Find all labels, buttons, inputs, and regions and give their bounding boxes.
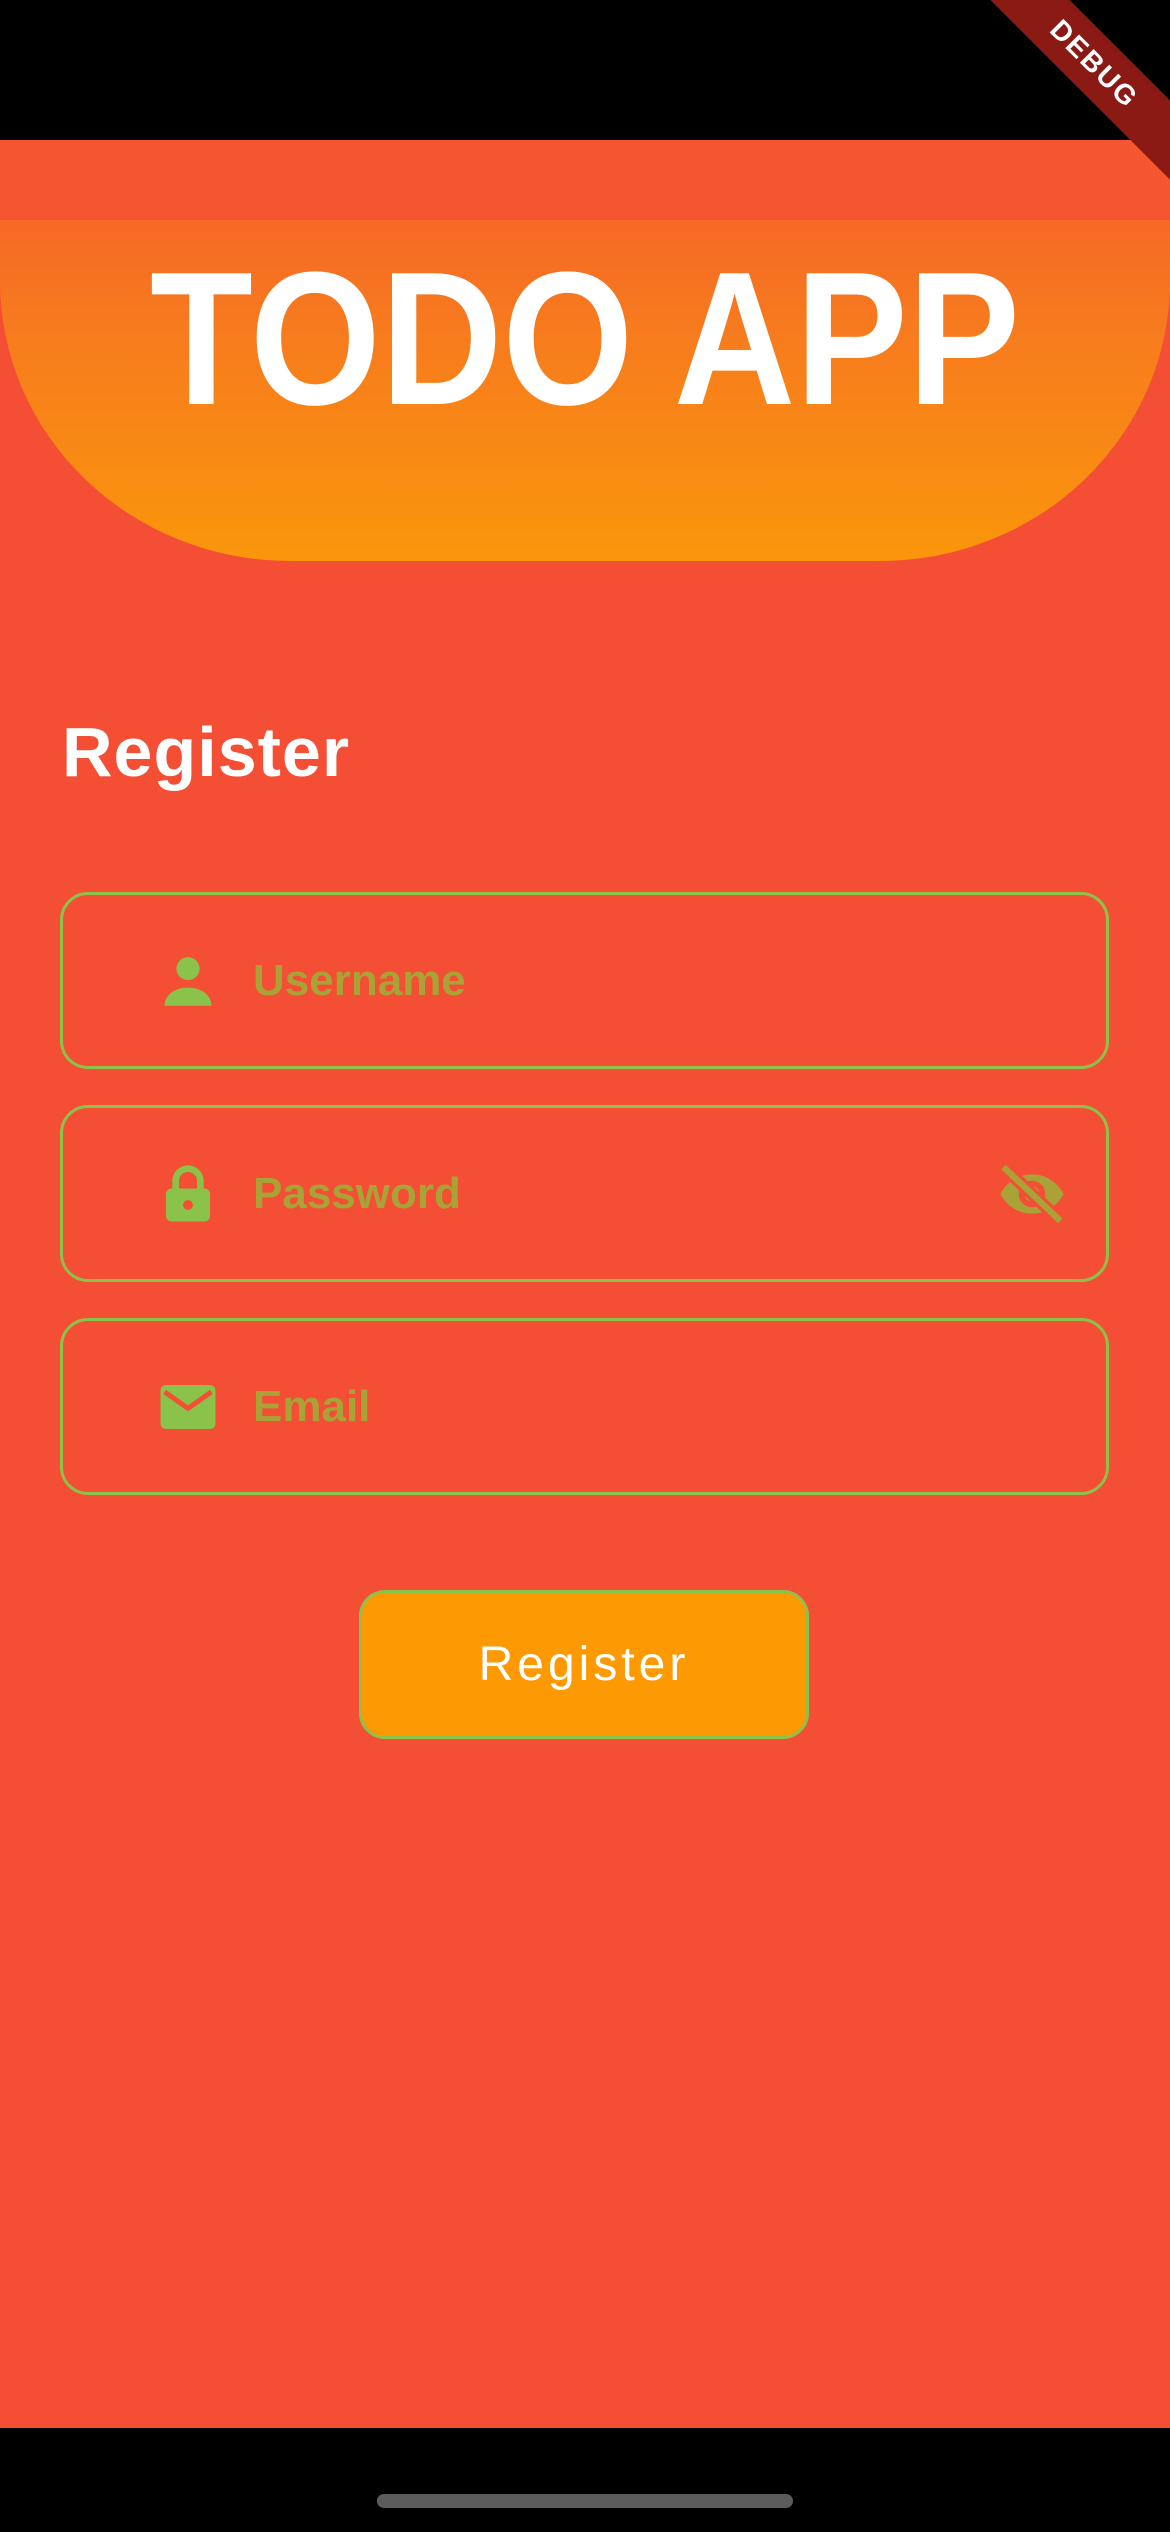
page-title: Register: [62, 713, 351, 791]
lock-icon: [166, 1164, 210, 1221]
email-placeholder: Email: [253, 1381, 371, 1431]
home-indicator[interactable]: [377, 2494, 793, 2508]
email-field[interactable]: Email: [60, 1318, 1109, 1495]
register-button[interactable]: Register: [359, 1590, 809, 1739]
username-field[interactable]: Username: [60, 892, 1109, 1069]
debug-ribbon: DEBUG: [980, 0, 1170, 190]
register-screen: TODO APP Register Username Password Emai…: [0, 140, 1170, 2428]
password-placeholder: Password: [253, 1168, 461, 1218]
password-field[interactable]: Password: [60, 1105, 1109, 1282]
mail-icon: [160, 1384, 216, 1429]
visibility-off-icon[interactable]: [994, 1156, 1070, 1232]
username-placeholder: Username: [253, 955, 466, 1005]
home-area: [0, 2428, 1170, 2532]
app-logo-text: TODO APP: [150, 252, 1020, 422]
app-logo: TODO APP: [150, 252, 1020, 422]
debug-banner: DEBUG: [980, 0, 1170, 190]
person-icon: [164, 956, 212, 1006]
